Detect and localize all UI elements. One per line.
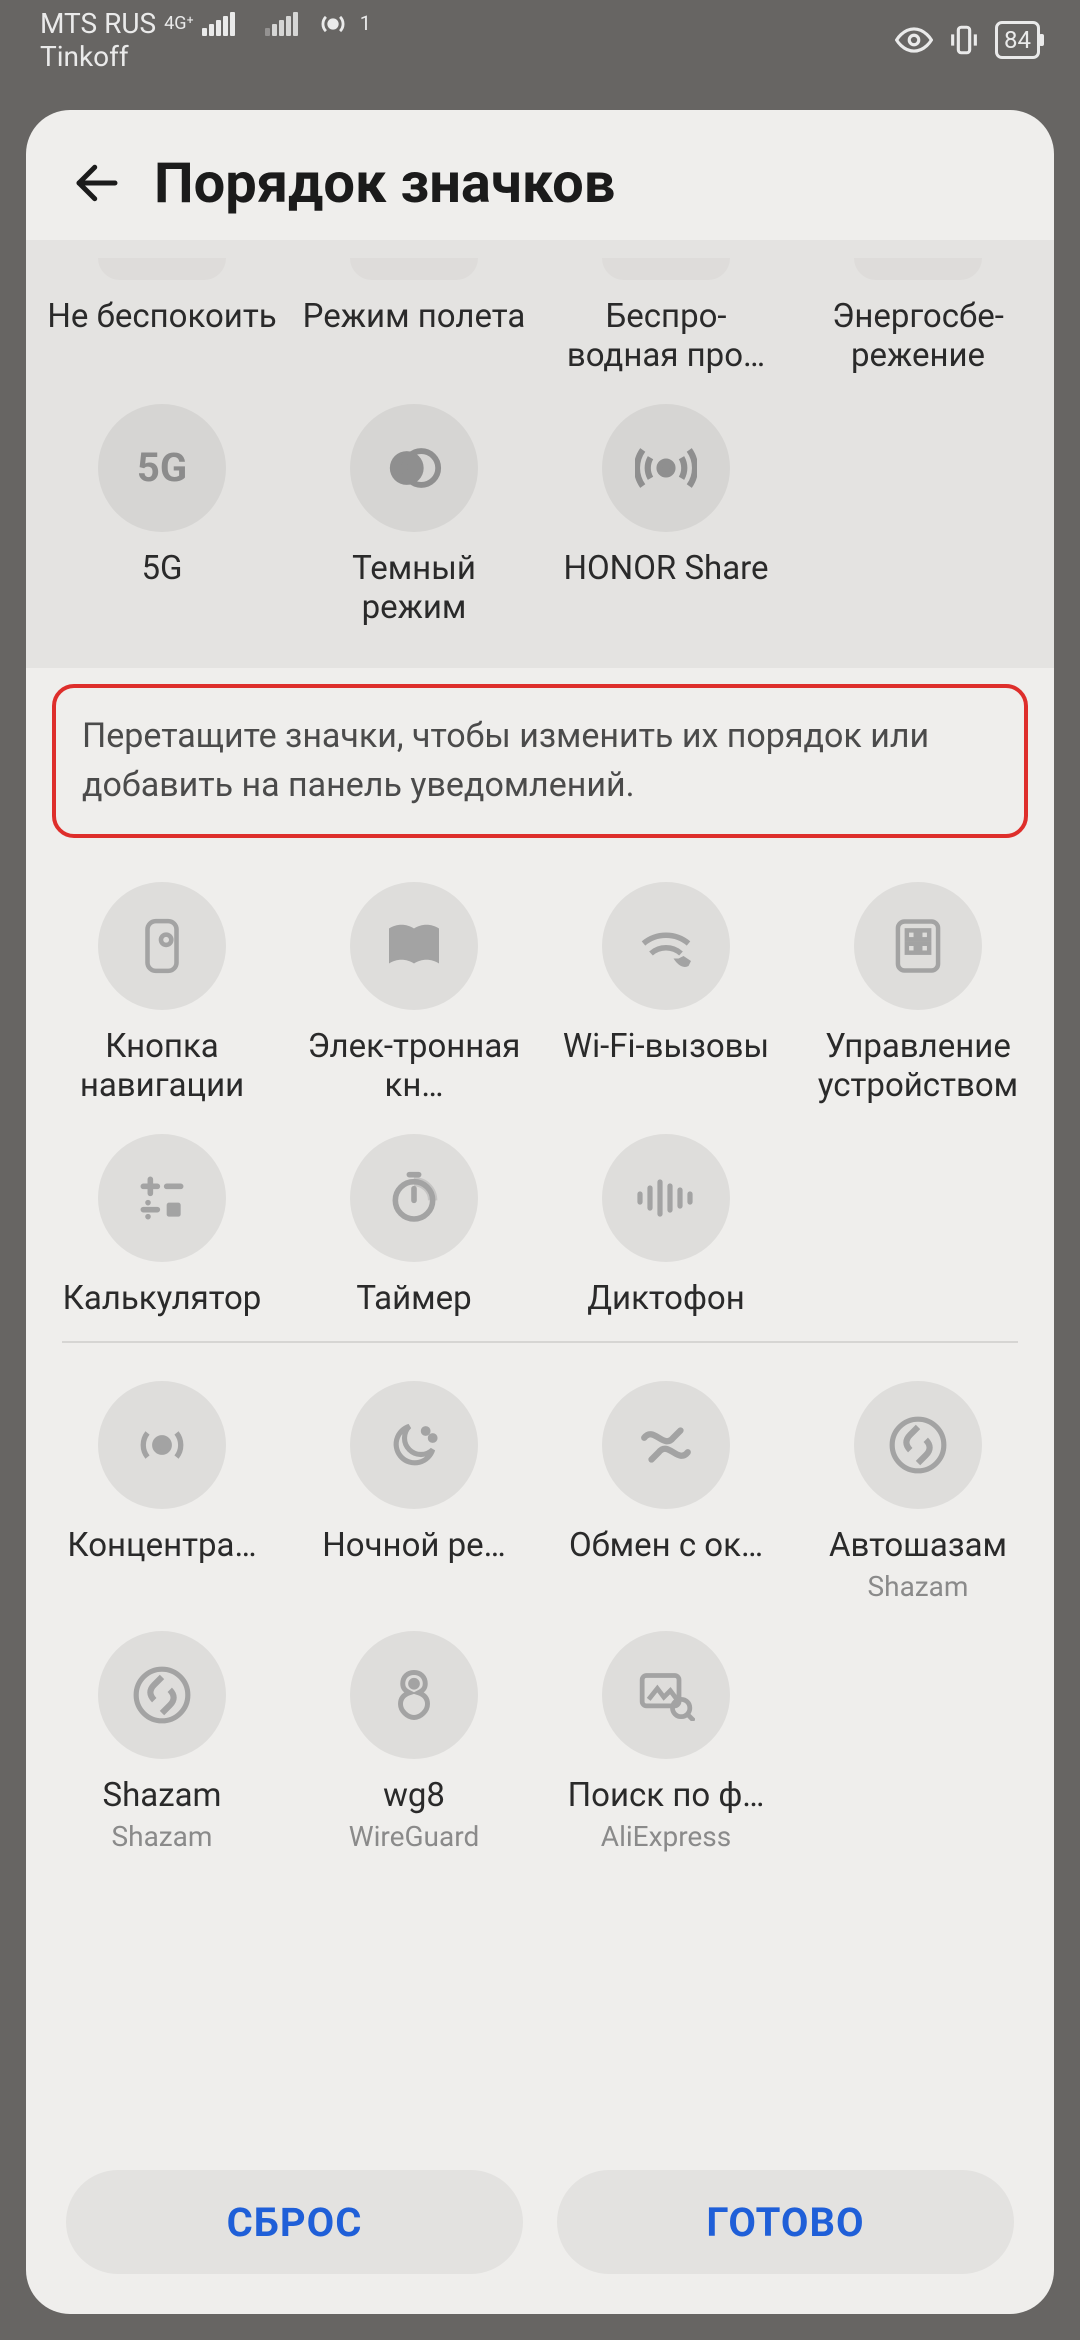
- tile-nav-key[interactable]: Кнопка навигации: [36, 864, 288, 1116]
- tile-label: Ночной ре…: [318, 1527, 510, 1566]
- share-icon: [635, 437, 697, 499]
- hotspot-icon: [316, 7, 350, 41]
- footer: СБРОС ГОТОВО: [26, 2152, 1054, 2314]
- tile-label: Автошазам: [825, 1527, 1011, 1566]
- tile-label: wg8: [379, 1777, 449, 1816]
- tile-label: Поиск по ф…: [564, 1777, 769, 1816]
- battery-indicator: 84: [995, 21, 1040, 59]
- tile-image-search[interactable]: Поиск по ф… AliExpress: [540, 1613, 792, 1863]
- tile-sublabel: WireGuard: [349, 1820, 479, 1853]
- shazam-icon: [131, 1664, 193, 1726]
- tile-sublabel: AliExpress: [601, 1820, 731, 1853]
- status-right: 84: [895, 21, 1040, 59]
- fiveg-icon: 5G: [137, 444, 187, 491]
- back-button[interactable]: [70, 156, 124, 210]
- header: Порядок значков: [26, 110, 1054, 240]
- dragon-icon: [387, 1665, 441, 1725]
- tile-auto-shazam[interactable]: Автошазам Shazam: [792, 1363, 1044, 1613]
- tile-power-saving[interactable]: Энергосбе-режение: [792, 240, 1044, 386]
- tile-nearby-share[interactable]: Обмен с ок…: [540, 1363, 792, 1613]
- tile-label: Управление устройством: [798, 1028, 1038, 1106]
- carrier-1-label: MTS RUS: [40, 8, 156, 40]
- tile-device-control[interactable]: Управление устройством: [792, 864, 1044, 1116]
- tile-do-not-disturb[interactable]: Не беспокоить: [36, 240, 288, 386]
- tile-wireguard[interactable]: wg8 WireGuard: [288, 1613, 540, 1863]
- tile-label: Режим полета: [299, 298, 530, 337]
- tile-wireless-projection[interactable]: Беспро-водная про…: [540, 240, 792, 386]
- status-left: MTS RUS 4G⁺ 1 Tinkoff: [40, 7, 371, 73]
- tile-sublabel: Shazam: [112, 1820, 213, 1853]
- network-type: 4G⁺: [164, 15, 194, 33]
- tile-label: Концентра…: [63, 1527, 260, 1566]
- waveform-icon: [634, 1178, 698, 1218]
- dark-mode-icon: [385, 439, 443, 497]
- tile-calculator[interactable]: Калькулятор: [36, 1116, 288, 1329]
- tile-ebook[interactable]: Элек-тронная кн…: [288, 864, 540, 1116]
- dnd-icon: [98, 258, 226, 280]
- tile-recorder[interactable]: Диктофон: [540, 1116, 792, 1329]
- wifi-call-icon: [636, 920, 696, 972]
- tile-airplane-mode[interactable]: Режим полета: [288, 240, 540, 386]
- tile-label: Элек-тронная кн…: [294, 1028, 534, 1106]
- tile-label: Wi-Fi-вызовы: [559, 1028, 773, 1067]
- tile-label: Таймер: [352, 1280, 475, 1319]
- signal-bars-2-icon: [265, 12, 298, 36]
- tile-honor-share[interactable]: HONOR Share: [540, 386, 792, 638]
- tile-timer[interactable]: Таймер: [288, 1116, 540, 1329]
- nav-key-icon: [137, 917, 187, 975]
- signal-bars-icon: [202, 12, 235, 36]
- tile-label: Калькулятор: [59, 1280, 266, 1319]
- section-divider: [62, 1341, 1018, 1343]
- calculator-icon: [134, 1170, 190, 1226]
- tile-focus[interactable]: Концентра…: [36, 1363, 288, 1613]
- tile-label: Диктофон: [583, 1280, 749, 1319]
- image-search-icon: [637, 1669, 695, 1721]
- tile-5g[interactable]: 5G 5G: [36, 386, 288, 638]
- reset-button[interactable]: СБРОС: [66, 2170, 523, 2274]
- eye-icon: [895, 21, 933, 59]
- tile-label: Обмен с ок…: [565, 1527, 767, 1566]
- timer-icon: [386, 1170, 442, 1226]
- tile-label: Кнопка навигации: [42, 1028, 282, 1106]
- book-icon: [384, 921, 444, 971]
- focus-icon: [133, 1416, 191, 1474]
- device-grid-icon: [892, 917, 944, 975]
- tile-label: Темный режим: [294, 550, 534, 628]
- settings-card: Порядок значков Не беспокоить Режим поле…: [26, 110, 1054, 2314]
- page-title: Порядок значков: [154, 150, 615, 216]
- swap-icon: [637, 1423, 695, 1467]
- cast-icon: [602, 258, 730, 280]
- tile-label: Shazam: [99, 1777, 226, 1816]
- vibrate-icon: [947, 23, 981, 57]
- tile-shazam[interactable]: Shazam Shazam: [36, 1613, 288, 1863]
- moon-icon: [386, 1417, 442, 1473]
- done-button[interactable]: ГОТОВО: [557, 2170, 1014, 2274]
- tile-night-mode[interactable]: Ночной ре…: [288, 1363, 540, 1613]
- shazam-icon: [887, 1414, 949, 1476]
- tile-label: Не беспокоить: [43, 298, 280, 337]
- battery-saver-icon: [854, 258, 982, 280]
- tile-label: Энергосбе-режение: [798, 298, 1038, 376]
- active-tiles-section: Не беспокоить Режим полета Беспро-водная…: [26, 240, 1054, 668]
- tile-label: Беспро-водная про…: [546, 298, 786, 376]
- hotspot-count: 1: [360, 12, 371, 35]
- drag-hint: Перетащите значки, чтобы изменить их пор…: [52, 684, 1028, 839]
- tile-sublabel: Shazam: [868, 1570, 969, 1603]
- tile-label: HONOR Share: [559, 550, 772, 589]
- tile-wifi-calling[interactable]: Wi-Fi-вызовы: [540, 864, 792, 1116]
- available-tiles-section: Кнопка навигации Элек-тронная кн… Wi-Fi-…: [26, 864, 1054, 2152]
- tile-dark-mode[interactable]: Темный режим: [288, 386, 540, 638]
- status-bar: MTS RUS 4G⁺ 1 Tinkoff 84: [0, 0, 1080, 80]
- airplane-icon: [350, 258, 478, 280]
- carrier-2-label: Tinkoff: [40, 41, 371, 73]
- tile-label: 5G: [137, 550, 186, 589]
